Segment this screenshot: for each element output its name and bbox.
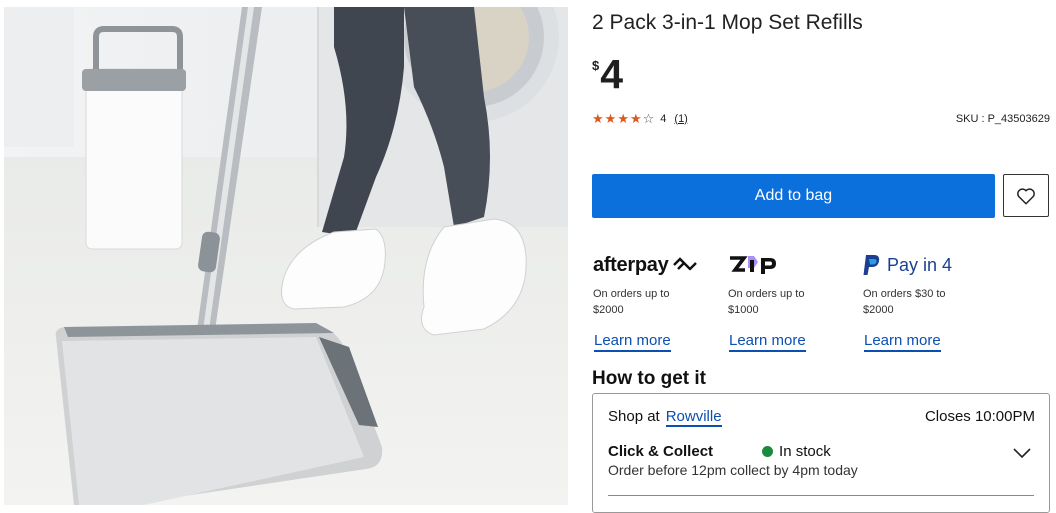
- heart-icon: [1017, 187, 1035, 205]
- add-to-bag-button[interactable]: Add to bag: [592, 174, 995, 218]
- zip-terms-line1: On orders up to: [728, 288, 805, 300]
- paypal-terms-line1: On orders $30 to: [863, 288, 946, 300]
- afterpay-wordmark: afterpay: [593, 253, 669, 276]
- stock-status: In stock: [779, 443, 831, 460]
- product-info: 2 Pack 3-in-1 Mop Set Refills $ 4 ★ ★ ★ …: [592, 0, 1052, 513]
- wishlist-button[interactable]: [1003, 174, 1049, 217]
- paypal-icon: [863, 255, 880, 275]
- product-title: 2 Pack 3-in-1 Mop Set Refills: [592, 11, 863, 34]
- paypal-logo: Pay in 4: [863, 252, 993, 278]
- sku: SKU : P_43503629: [955, 113, 1050, 125]
- afterpay-learn-more-link[interactable]: Learn more: [594, 332, 671, 352]
- chevron-down-icon[interactable]: [1013, 448, 1031, 458]
- collect-note: Order before 12pm collect by 4pm today: [608, 462, 858, 478]
- product-image[interactable]: [4, 7, 568, 505]
- mop-photo: [4, 7, 568, 505]
- star-filled-icon: ★: [592, 111, 604, 126]
- afterpay-terms-line2: $2000: [593, 304, 624, 316]
- zip-logo: zip: [728, 252, 858, 278]
- price-amount: 4: [600, 51, 624, 97]
- shop-row: Shop at Rowville: [608, 408, 722, 427]
- star-filled-icon: ★: [604, 111, 617, 126]
- zip-terms-line2: $1000: [728, 304, 759, 316]
- store-link[interactable]: Rowville: [665, 408, 722, 427]
- afterpay-terms: On orders up to $2000: [593, 286, 723, 318]
- in-stock-dot-icon: [762, 446, 774, 457]
- rating-stars: ★ ★ ★ ★ ☆: [592, 112, 654, 125]
- star-empty-icon: ☆: [642, 111, 655, 126]
- star-filled-icon: ★: [629, 111, 642, 126]
- payment-paypal: Pay in 4 On orders $30 to $2000 Learn mo…: [863, 252, 993, 352]
- fulfilment-panel: Shop at Rowville Closes 10:00PM Click & C…: [592, 393, 1050, 513]
- payment-zip: zip On orders up to $1000 Learn more: [728, 252, 858, 352]
- afterpay-logo: afterpay: [593, 252, 723, 278]
- afterpay-arrows-icon: [673, 257, 698, 271]
- zip-terms: On orders up to $1000: [728, 286, 858, 318]
- shop-at-label: Shop at: [608, 408, 660, 425]
- paypal-learn-more-link[interactable]: Learn more: [864, 332, 941, 352]
- star-filled-icon: ★: [617, 111, 629, 126]
- afterpay-terms-line1: On orders up to: [593, 288, 670, 300]
- review-count-link[interactable]: (1): [674, 113, 687, 125]
- zip-logo-icon: [730, 256, 776, 274]
- paypal-pay-in-4: Pay in 4: [887, 254, 953, 275]
- click-collect-row[interactable]: Click & Collect In stock: [608, 443, 831, 460]
- store-closing-time: Closes 10:00PM: [924, 408, 1035, 425]
- rating[interactable]: ★ ★ ★ ★ ☆ 4 (1): [592, 112, 688, 125]
- rating-value: 4: [660, 112, 667, 125]
- how-to-get-it-heading: How to get it: [592, 368, 706, 389]
- click-collect-label: Click & Collect: [608, 443, 714, 460]
- paypal-terms: On orders $30 to $2000: [863, 286, 993, 318]
- paypal-terms-line2: $2000: [863, 304, 894, 316]
- zip-learn-more-link[interactable]: Learn more: [729, 332, 806, 352]
- divider: [608, 495, 1034, 496]
- product-price: $ 4: [592, 51, 624, 97]
- payment-afterpay: afterpay On orders up to $2000 Learn mor…: [593, 252, 723, 352]
- currency-symbol: $: [592, 58, 600, 73]
